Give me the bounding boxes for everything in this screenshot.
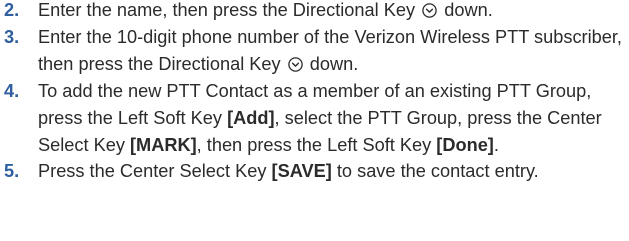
step-2: 2. Enter the name, then press the Direct… <box>4 0 628 24</box>
directional-key-down-icon <box>422 3 437 18</box>
step-text: Enter the name, then press the Direction… <box>38 0 493 20</box>
step-number: 4. <box>4 80 20 101</box>
step-text: Press the Center Select Key [SAVE] to sa… <box>38 161 539 182</box>
step-3: 3. Enter the 10-digit phone number of th… <box>4 24 628 78</box>
soft-key-label-add: [Add] <box>227 107 275 128</box>
select-key-label-save: [SAVE] <box>271 161 332 182</box>
select-key-label-mark: [MARK] <box>130 134 197 155</box>
step-number: 2. <box>4 0 20 20</box>
step-number: 3. <box>4 26 20 47</box>
step-text: To add the new PTT Contact as a member o… <box>38 80 602 155</box>
soft-key-label-done: [Done] <box>436 134 494 155</box>
directional-key-down-icon <box>287 57 303 72</box>
step-4: 4. To add the new PTT Contact as a membe… <box>4 78 628 159</box>
instruction-steps: 2. Enter the name, then press the Direct… <box>4 0 628 185</box>
step-5: 5. Press the Center Select Key [SAVE] to… <box>4 158 628 185</box>
step-number: 5. <box>4 161 20 182</box>
step-text: Enter the 10-digit phone number of the V… <box>38 26 622 74</box>
